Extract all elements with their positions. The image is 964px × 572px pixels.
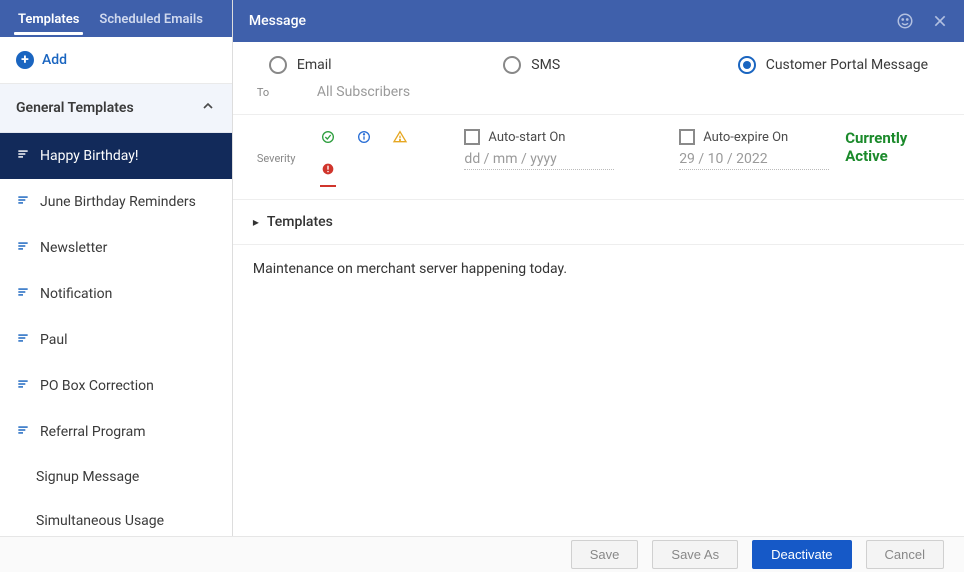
save-as-button[interactable]: Save As xyxy=(652,540,738,569)
sidebar-item-label: Happy Birthday! xyxy=(40,148,139,164)
auto-expire-checkbox[interactable] xyxy=(679,129,695,145)
main-header: Message xyxy=(233,0,964,42)
tab-scheduled-emails[interactable]: Scheduled Emails xyxy=(89,0,213,37)
cancel-button[interactable]: Cancel xyxy=(866,540,944,569)
status-active-label: Currently Active xyxy=(845,129,940,165)
severity-warning-icon[interactable] xyxy=(392,129,408,145)
sidebar-item-paul[interactable]: Paul xyxy=(0,317,232,363)
radio-label: Email xyxy=(297,57,332,73)
main-panel: Message Email xyxy=(233,0,964,536)
template-icon xyxy=(16,423,30,441)
severity-info-icon[interactable] xyxy=(356,129,372,145)
template-icon xyxy=(16,377,30,395)
plus-circle-icon: + xyxy=(16,51,34,69)
sidebar-tabs: Templates Scheduled Emails xyxy=(0,0,232,37)
auto-start-date-input[interactable]: dd / mm / yyyy xyxy=(464,151,614,170)
sidebar-item-referral-program[interactable]: Referral Program xyxy=(0,409,232,455)
template-icon xyxy=(16,239,30,257)
severity-row: Severity xyxy=(233,115,964,200)
footer: Save Save As Deactivate Cancel xyxy=(0,536,964,572)
add-button[interactable]: + Add xyxy=(0,37,232,84)
group-general-templates[interactable]: General Templates xyxy=(0,84,232,133)
template-icon xyxy=(16,193,30,211)
sidebar-item-label: June Birthday Reminders xyxy=(40,194,196,210)
sidebar-item-label: Newsletter xyxy=(40,240,107,256)
to-value[interactable]: All Subscribers xyxy=(307,84,410,100)
auto-expire-date-input[interactable]: 29 / 10 / 2022 xyxy=(679,151,829,170)
radio-label: Customer Portal Message xyxy=(766,57,928,73)
caret-right-icon: ▸ xyxy=(253,215,259,229)
template-icon xyxy=(16,147,30,165)
sidebar: Templates Scheduled Emails + Add General… xyxy=(0,0,233,536)
radio-customer-portal-message[interactable]: Customer Portal Message xyxy=(738,56,928,74)
message-body[interactable]: Maintenance on merchant server happening… xyxy=(233,245,964,293)
to-label: To xyxy=(257,86,307,99)
auto-expire-field: Auto-expire On 29 / 10 / 2022 xyxy=(679,129,829,170)
auto-start-label: Auto-start On xyxy=(488,130,565,145)
page-title: Message xyxy=(249,13,306,29)
sidebar-item-po-box-correction[interactable]: PO Box Correction xyxy=(0,363,232,409)
message-type-row: Email SMS Customer Portal Message xyxy=(233,42,964,84)
radio-icon xyxy=(503,56,521,74)
sidebar-item-happy-birthday[interactable]: Happy Birthday! xyxy=(0,133,232,179)
template-icon xyxy=(16,285,30,303)
radio-icon xyxy=(269,56,287,74)
smiley-icon[interactable] xyxy=(896,12,914,30)
close-icon[interactable] xyxy=(932,13,948,29)
severity-critical-selected[interactable] xyxy=(320,161,336,187)
sidebar-item-june-birthday-reminders[interactable]: June Birthday Reminders xyxy=(0,179,232,225)
add-label: Add xyxy=(42,52,67,68)
deactivate-button[interactable]: Deactivate xyxy=(752,540,851,569)
radio-email[interactable]: Email xyxy=(269,56,463,74)
sidebar-item-label: PO Box Correction xyxy=(40,378,154,394)
auto-start-checkbox[interactable] xyxy=(464,129,480,145)
templates-section-toggle[interactable]: ▸ Templates xyxy=(233,200,964,245)
sidebar-item-label: Referral Program xyxy=(40,424,146,440)
tab-templates[interactable]: Templates xyxy=(8,0,89,37)
sidebar-item-notification[interactable]: Notification xyxy=(0,271,232,317)
severity-ok-icon[interactable] xyxy=(320,129,336,145)
group-title: General Templates xyxy=(16,100,134,116)
templates-section-label: Templates xyxy=(267,214,333,230)
radio-icon xyxy=(738,56,756,74)
save-button[interactable]: Save xyxy=(571,540,639,569)
radio-sms[interactable]: SMS xyxy=(503,56,697,74)
auto-expire-label: Auto-expire On xyxy=(703,130,788,145)
template-icon xyxy=(16,331,30,349)
radio-label: SMS xyxy=(531,57,560,73)
sidebar-item-label: Paul xyxy=(40,332,68,348)
severity-label: Severity xyxy=(257,152,298,165)
sidebar-child-simultaneous-usage[interactable]: Simultaneous Usage xyxy=(0,499,232,536)
sidebar-item-newsletter[interactable]: Newsletter xyxy=(0,225,232,271)
auto-start-field: Auto-start On dd / mm / yyyy xyxy=(464,129,614,170)
to-row: To All Subscribers xyxy=(233,84,964,115)
severity-critical-icon xyxy=(320,161,336,177)
sidebar-item-label: Notification xyxy=(40,286,112,302)
chevron-up-icon xyxy=(200,98,216,118)
sidebar-child-signup-message[interactable]: Signup Message xyxy=(0,455,232,499)
